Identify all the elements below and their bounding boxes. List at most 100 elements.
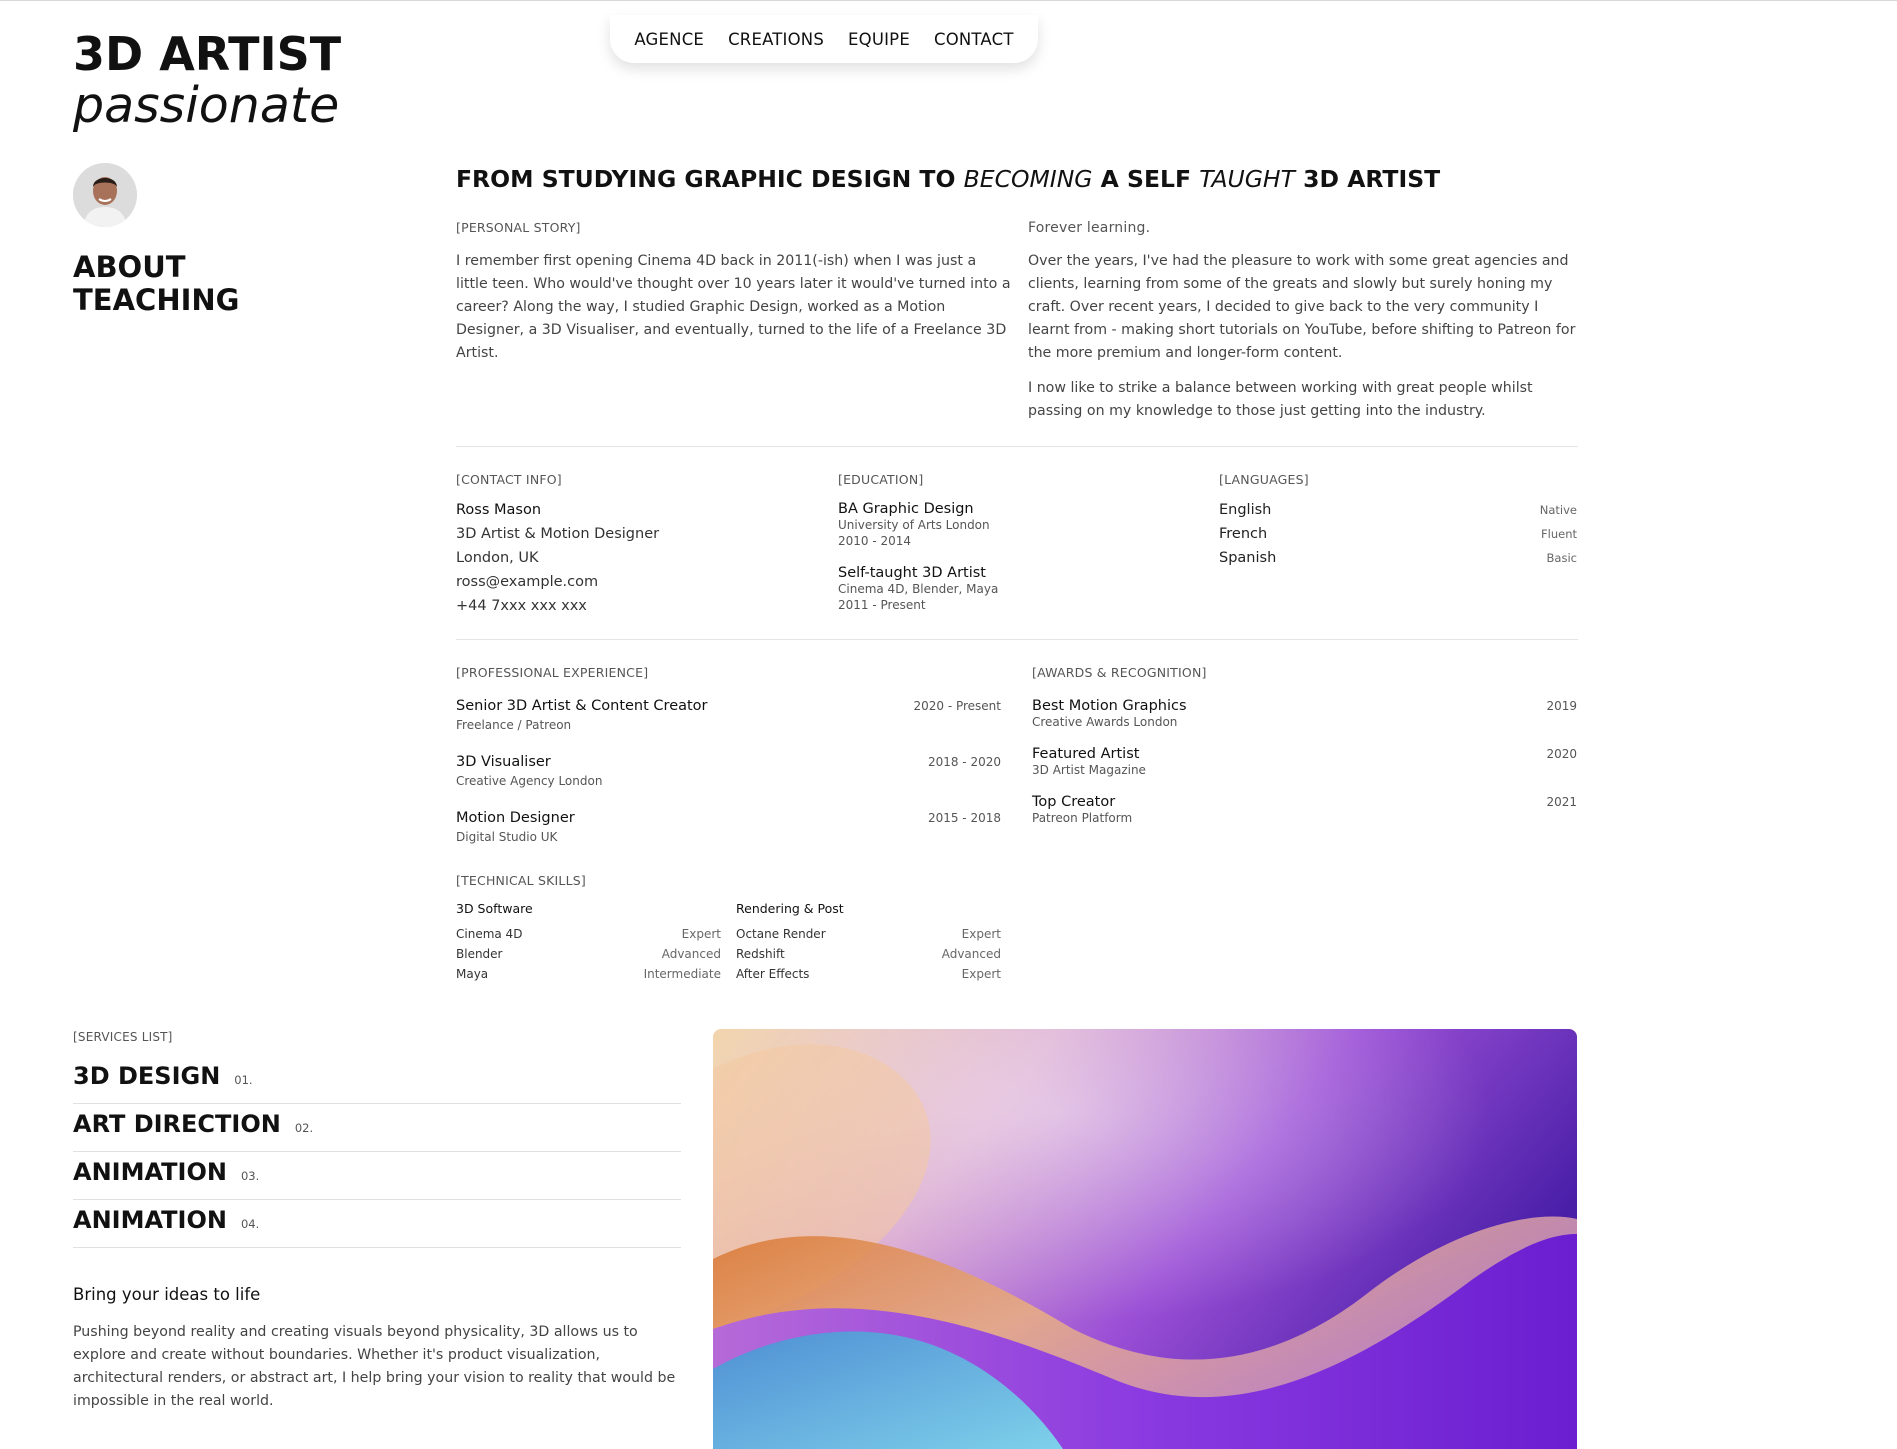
nav-item-agence[interactable]: AGENCE (634, 30, 704, 49)
contact-info: Ross Mason 3D Artist & Motion Designer L… (456, 498, 659, 618)
headline-italic2: TAUGHT (1199, 165, 1295, 193)
contact-label: [CONTACT INFO] (456, 472, 562, 487)
service-name: 3D DESIGN (73, 1062, 221, 1090)
skill-group-heading: 3D Software (456, 901, 533, 916)
job-title: 3D Visualiser (456, 754, 551, 770)
award-title: Top Creator (1032, 794, 1116, 810)
job-title: Senior 3D Artist & Content Creator (456, 698, 708, 714)
language-name: English (1219, 502, 1272, 518)
job-dates: 2018 - 2020 (927, 755, 1001, 769)
service-number: 03. (240, 1169, 260, 1183)
language-row: Spanish Basic (1219, 546, 1577, 570)
service-number: 01. (234, 1073, 253, 1087)
nav-item-equipe[interactable]: EQUIPE (848, 30, 910, 49)
top-nav: AGENCE CREATIONS EQUIPE CONTACT (610, 15, 1038, 63)
skill-name: After Effects (736, 967, 810, 981)
contact-location: London, UK (456, 550, 539, 566)
education-title: BA Graphic Design (838, 501, 974, 517)
learning-text: Over the years, I've had the pleasure to… (1028, 250, 1580, 435)
story-label: [PERSONAL STORY] (456, 220, 581, 235)
experience-item: Motion Designer 2015 - 2018 Digital Studi… (456, 810, 1001, 844)
story-text: I remember first opening Cinema 4D back … (456, 253, 1011, 361)
education-years: 2011 - Present (838, 598, 926, 612)
language-name: French (1219, 526, 1268, 542)
education-title: Self-taught 3D Artist (838, 565, 986, 581)
skills-label: [TECHNICAL SKILLS] (456, 873, 586, 888)
service-item[interactable]: 3D DESIGN 01. (73, 1056, 681, 1104)
avatar (73, 163, 137, 227)
headline-part2: A SELF (1092, 165, 1200, 193)
service-item[interactable]: ART DIRECTION 02. (73, 1104, 681, 1152)
learning-paragraph-1: Over the years, I've had the pleasure to… (1028, 253, 1576, 361)
education-place: University of Arts London (838, 518, 990, 532)
skill-level: Advanced (941, 947, 1001, 961)
contact-email[interactable]: ross@example.com (456, 570, 659, 594)
language-row: English Native (1219, 498, 1577, 522)
skill-group: Rendering & Post Octane Render Expert Red… (736, 901, 1001, 984)
skill-name: Redshift (736, 947, 785, 961)
experience-item: Senior 3D Artist & Content Creator 2020 -… (456, 698, 1001, 732)
divider (456, 639, 1578, 640)
awards-label: [AWARDS & RECOGNITION] (1032, 665, 1207, 680)
nav-item-contact[interactable]: CONTACT (934, 30, 1014, 49)
skill-row: After Effects Expert (736, 964, 1001, 984)
award-org: Creative Awards London (1032, 715, 1178, 729)
award-item: Top Creator 2021 Patreon Platform (1032, 794, 1577, 826)
language-level: Basic (1546, 551, 1577, 565)
award-year: 2021 (1546, 795, 1577, 809)
service-item[interactable]: ANIMATION 04. (73, 1200, 681, 1248)
skill-row: Blender Advanced (456, 944, 721, 964)
skill-row: Octane Render Expert (736, 924, 1001, 944)
skill-row: Maya Intermediate (456, 964, 721, 984)
job-org: Digital Studio UK (456, 830, 558, 844)
service-number: 02. (294, 1121, 314, 1135)
skill-name: Blender (456, 947, 503, 961)
skill-level: Expert (961, 927, 1001, 941)
skill-row: Redshift Advanced (736, 944, 1001, 964)
section-heading-line1: ABOUT (73, 250, 186, 284)
education-place: Cinema 4D, Blender, Maya (838, 582, 999, 596)
job-title: Motion Designer (456, 810, 575, 826)
service-name: ART DIRECTION (73, 1110, 281, 1138)
services-label: [SERVICES LIST] (73, 1030, 173, 1044)
service-number: 04. (240, 1217, 260, 1231)
skill-name: Cinema 4D (456, 927, 523, 941)
service-name: ANIMATION (73, 1206, 227, 1234)
service-name: ANIMATION (73, 1158, 227, 1186)
award-org: 3D Artist Magazine (1032, 763, 1146, 777)
award-title: Featured Artist (1032, 746, 1140, 762)
job-org: Freelance / Patreon (456, 718, 572, 732)
language-row: French Fluent (1219, 522, 1577, 546)
skill-group: 3D Software Cinema 4D Expert Blender Advan… (456, 901, 721, 984)
headline-italic1: BECOMING (963, 165, 1093, 193)
contact-phone[interactable]: +44 7xxx xxx xxx (456, 594, 659, 618)
education-label: [EDUCATION] (838, 472, 924, 487)
brand-subtitle: passionate (73, 77, 340, 134)
award-item: Featured Artist 2020 3D Artist Magazine (1032, 746, 1577, 778)
brand-title: 3D ARTIST (73, 27, 342, 81)
hero-abstract-image (713, 1029, 1577, 1449)
contact-name: Ross Mason (456, 502, 542, 518)
skill-level: Expert (961, 967, 1001, 981)
language-name: Spanish (1219, 550, 1277, 566)
service-item[interactable]: ANIMATION 03. (73, 1152, 681, 1200)
cta-body: Pushing beyond reality and creating visu… (73, 1324, 676, 1409)
award-year: 2019 (1546, 699, 1577, 713)
education-years: 2010 - 2014 (838, 534, 912, 548)
award-item: Best Motion Graphics 2019 Creative Awards… (1032, 698, 1577, 730)
language-level: Native (1539, 503, 1577, 517)
skill-level: Expert (681, 927, 721, 941)
education-item: BA Graphic Design University of Arts Lon… (838, 501, 990, 549)
learning-paragraph-2: I now like to strike a balance between w… (1028, 380, 1533, 419)
languages-list: English Native French Fluent Spanish Basic (1219, 498, 1577, 570)
learning-label: Forever learning. (1028, 220, 1151, 236)
job-dates: 2020 - Present (913, 699, 1001, 713)
languages-label: [LANGUAGES] (1219, 472, 1309, 487)
language-level: Fluent (1541, 527, 1577, 541)
nav-item-creations[interactable]: CREATIONS (728, 30, 824, 49)
services-list: 3D DESIGN 01. ART DIRECTION 02. ANIMATION 0… (73, 1056, 681, 1248)
skill-level: Intermediate (643, 967, 721, 981)
page-headline: FROM STUDYING GRAPHIC DESIGN TO BECOMING… (456, 165, 1440, 193)
skill-row: Cinema 4D Expert (456, 924, 721, 944)
section-heading-line2: TEACHING (73, 283, 240, 318)
